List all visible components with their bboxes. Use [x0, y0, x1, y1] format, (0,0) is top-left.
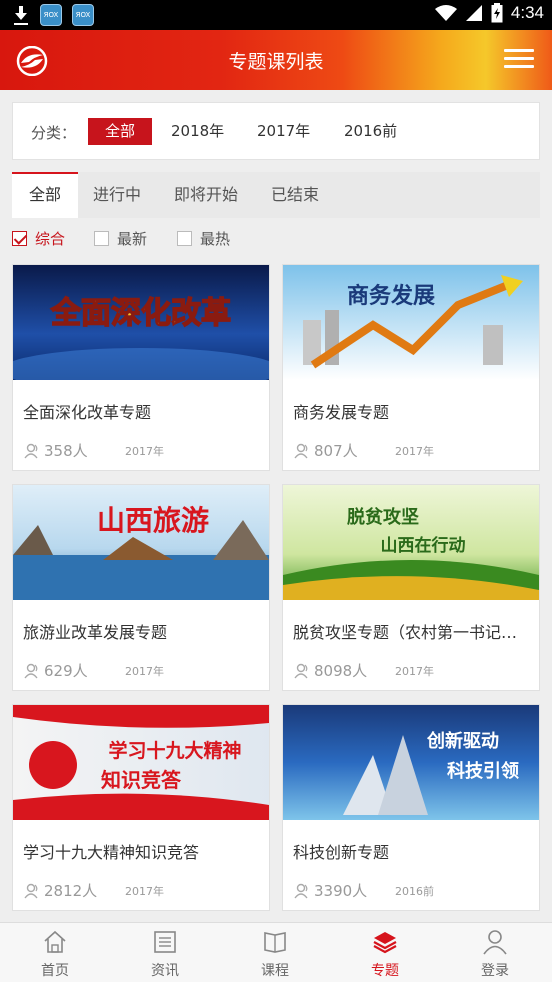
course-card[interactable]: 全面深化改革 全面深化改革专题 358人 2017年	[12, 264, 270, 471]
nav-item-home[interactable]: 首页	[0, 923, 110, 982]
category-option-2016-before[interactable]: 2016前	[327, 118, 414, 145]
svg-text:知识竞答: 知识竞答	[101, 768, 182, 792]
sort-newest-checkbox[interactable]: 最新	[94, 228, 147, 249]
course-card[interactable]: 学习十九大精神 知识竞答 学习十九大精神知识竞答 2812人 2017年	[12, 704, 270, 911]
nav-item-login[interactable]: 登录	[440, 923, 550, 982]
sort-hottest-checkbox[interactable]: 最热	[177, 228, 230, 249]
checkbox-icon	[94, 231, 109, 246]
course-year: 2016前	[395, 885, 434, 898]
participant-count: 2812人	[44, 882, 98, 900]
participant-count: 8098人	[314, 662, 368, 680]
participants-icon	[294, 663, 308, 678]
sort-options: 综合 最新 最热	[12, 228, 540, 256]
category-option-all[interactable]: 全部	[88, 118, 153, 145]
course-year: 2017年	[125, 665, 164, 678]
nav-item-news[interactable]: 资讯	[110, 923, 220, 982]
category-label: 分类：	[31, 124, 77, 142]
course-card[interactable]: 脱贫攻坚 山西在行动 脱贫攻坚专题（农村第一书记培训） 8098人 2017年	[282, 484, 540, 691]
nav-item-topics[interactable]: 专题	[330, 923, 440, 982]
svg-text:学习十九大精神: 学习十九大精神	[108, 739, 241, 762]
checkbox-icon	[177, 231, 192, 246]
app-icon: ЯOX	[40, 4, 62, 26]
user-icon	[483, 930, 507, 955]
app-header: 专题课列表	[0, 30, 552, 90]
course-card[interactable]: 创新驱动 科技引领 科技创新专题 3390人 2016前	[282, 704, 540, 911]
svg-text:全面深化改革: 全面深化改革	[50, 296, 231, 331]
nav-item-courses[interactable]: 课程	[220, 923, 330, 982]
course-title: 学习十九大精神知识竞答	[23, 843, 200, 862]
bottom-nav: 首页 资讯 课程 专题 登录	[0, 922, 552, 982]
category-filter: 分类： 全部 2018年 2017年 2016前	[12, 102, 540, 160]
course-card[interactable]: 山西旅游 旅游业改革发展专题 629人 2017年	[12, 484, 270, 691]
page-title: 专题课列表	[228, 51, 324, 73]
course-banner-image: 山西旅游	[13, 485, 269, 600]
participants-icon	[24, 443, 38, 458]
course-title: 脱贫攻坚专题（农村第一书记培训）	[293, 623, 531, 642]
tab-ended[interactable]: 已结束	[260, 172, 330, 218]
layers-icon	[373, 932, 397, 954]
download-icon	[12, 4, 30, 26]
category-option-2018[interactable]: 2018年	[154, 118, 241, 145]
participant-count: 3390人	[314, 882, 368, 900]
course-title: 商务发展专题	[293, 403, 390, 422]
course-banner-image: 脱贫攻坚 山西在行动	[283, 485, 539, 600]
participants-icon	[294, 443, 308, 458]
participant-count: 629人	[44, 662, 88, 680]
participants-icon	[24, 883, 38, 898]
checkbox-checked-icon	[12, 231, 27, 246]
svg-text:山西旅游: 山西旅游	[97, 504, 209, 537]
home-icon	[44, 930, 66, 953]
battery-icon	[491, 3, 503, 23]
course-banner-image: 学习十九大精神 知识竞答	[13, 705, 269, 820]
tab-upcoming[interactable]: 即将开始	[164, 172, 248, 218]
course-year: 2017年	[395, 665, 434, 678]
tab-all[interactable]: 全部	[12, 172, 78, 218]
status-tabs: 全部 进行中 即将开始 已结束	[12, 172, 540, 218]
book-icon	[264, 932, 286, 953]
signal-icon	[465, 5, 482, 21]
status-bar: ЯOX ЯOX 4:34	[0, 0, 552, 30]
svg-text:科技引领: 科技引领	[447, 760, 519, 782]
svg-text:创新驱动: 创新驱动	[426, 730, 499, 752]
course-banner-image: 商务发展	[283, 265, 539, 380]
course-banner-image: 创新驱动 科技引领	[283, 705, 539, 820]
app-icon: ЯOX	[72, 4, 94, 26]
tab-in-progress[interactable]: 进行中	[82, 172, 152, 218]
course-title: 旅游业改革发展专题	[23, 623, 168, 642]
course-year: 2017年	[125, 445, 164, 458]
svg-text:山西在行动: 山西在行动	[381, 535, 466, 556]
course-card[interactable]: 商务发展 商务发展专题 807人 2017年	[282, 264, 540, 471]
course-banner-image: 全面深化改革	[13, 265, 269, 380]
course-title: 科技创新专题	[293, 843, 390, 862]
hamburger-menu-icon[interactable]	[504, 49, 534, 69]
participant-count: 358人	[44, 442, 88, 460]
wifi-icon	[434, 5, 457, 21]
participant-count: 807人	[314, 442, 358, 460]
svg-text:商务发展: 商务发展	[347, 283, 435, 309]
participants-icon	[294, 883, 308, 898]
sort-comprehensive-checkbox[interactable]: 综合	[12, 228, 65, 249]
svg-text:脱贫攻坚: 脱贫攻坚	[347, 506, 419, 528]
course-title: 全面深化改革专题	[23, 403, 152, 422]
news-icon	[154, 931, 176, 953]
category-option-2017[interactable]: 2017年	[240, 118, 327, 145]
participants-icon	[24, 663, 38, 678]
clock: 4:34	[510, 3, 544, 22]
course-year: 2017年	[125, 885, 164, 898]
course-year: 2017年	[395, 445, 434, 458]
